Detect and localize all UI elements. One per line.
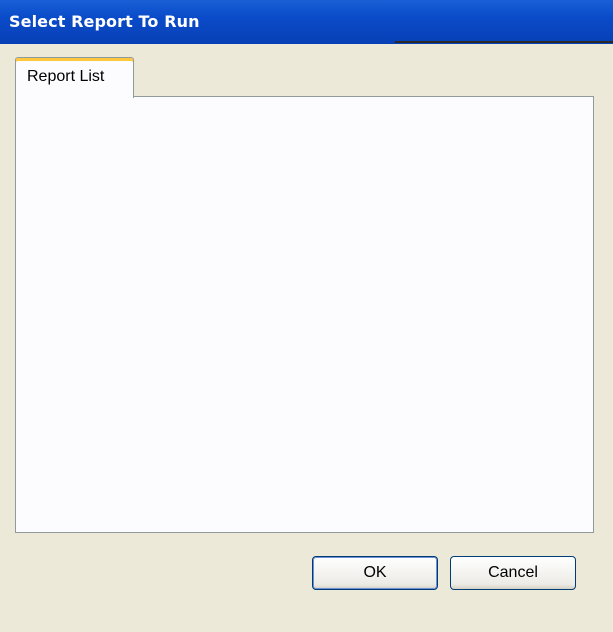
- cancel-button[interactable]: Cancel: [450, 556, 576, 590]
- tab-panel: [15, 96, 594, 533]
- tab-report-list[interactable]: Report List: [15, 57, 134, 98]
- title-bar[interactable]: Select Report To Run: [0, 0, 613, 44]
- ok-button[interactable]: OK: [312, 556, 438, 590]
- tab-label: Report List: [27, 68, 105, 85]
- title-bar-divider: [395, 41, 613, 43]
- window-title: Select Report To Run: [9, 12, 200, 31]
